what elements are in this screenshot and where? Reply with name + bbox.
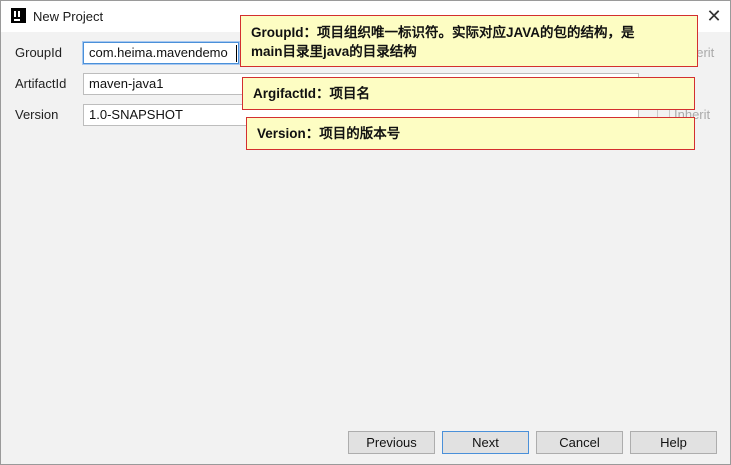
window-title: New Project (33, 9, 104, 24)
artifactid-label: ArtifactId (15, 76, 67, 91)
groupid-annotation-line1: GroupId：项目组织唯一标识符。实际对应JAVA的包的结构，是 (251, 25, 635, 40)
cancel-button[interactable]: Cancel (536, 431, 623, 454)
intellij-app-icon (11, 8, 26, 23)
artifactid-annotation: ArgifactId：项目名 (242, 77, 695, 110)
text-caret (236, 45, 237, 62)
version-annotation: Version：项目的版本号 (246, 117, 695, 150)
version-label: Version (15, 107, 59, 122)
groupid-input[interactable]: com.heima.mavendemo (83, 42, 239, 64)
groupid-label: GroupId (15, 45, 62, 60)
help-button[interactable]: Help (630, 431, 717, 454)
groupid-annotation: GroupId：项目组织唯一标识符。实际对应JAVA的包的结构，是 main目录… (240, 15, 698, 67)
groupid-annotation-line2: main目录里java的目录结构 (251, 44, 417, 59)
next-button[interactable]: Next (442, 431, 529, 454)
new-project-dialog: New Project ✕ GroupId com.heima.mavendem… (0, 0, 731, 465)
close-icon[interactable]: ✕ (701, 3, 727, 29)
previous-button[interactable]: Previous (348, 431, 435, 454)
